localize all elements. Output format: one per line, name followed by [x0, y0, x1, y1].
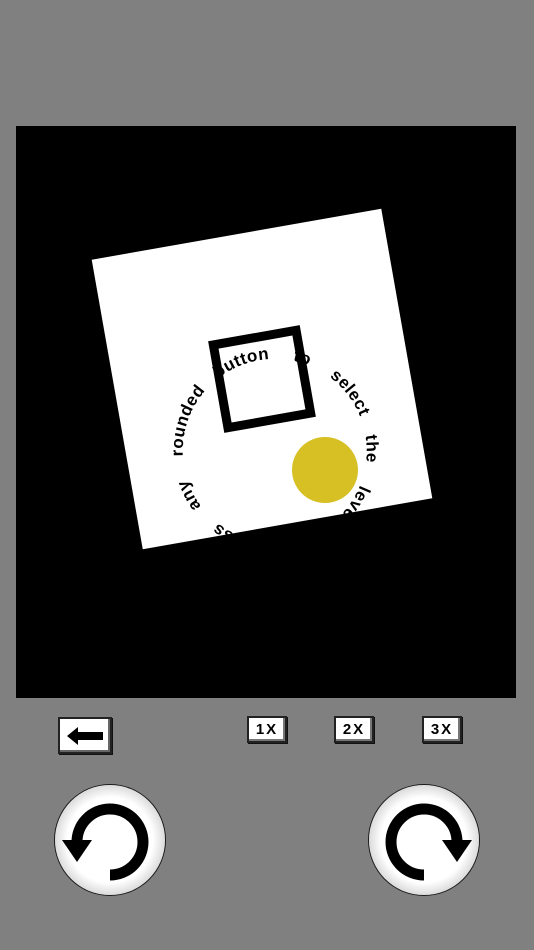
game-stage[interactable]: Press any rounded button to select the l…: [16, 126, 516, 698]
back-button[interactable]: [58, 717, 112, 754]
rotate-counterclockwise-icon: [62, 803, 149, 881]
puzzle-card: [91, 208, 433, 550]
speed-2x-button[interactable]: 2X: [334, 716, 374, 743]
speed-1x-button[interactable]: 1X: [247, 716, 287, 743]
left-arrow-icon: [67, 727, 103, 745]
puzzle-canvas: Press any rounded button to select the l…: [91, 208, 433, 565]
rotate-right-button[interactable]: [369, 785, 479, 895]
speed-3x-button[interactable]: 3X: [422, 716, 462, 743]
puzzle-card-group: Press any rounded button to select the l…: [91, 208, 433, 565]
rotate-left-button[interactable]: [55, 785, 165, 895]
yellow-marker[interactable]: [292, 437, 358, 503]
rotate-clockwise-icon: [385, 803, 472, 881]
